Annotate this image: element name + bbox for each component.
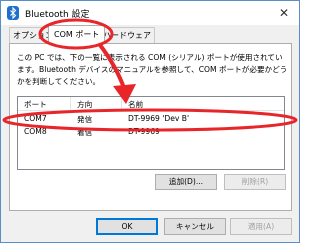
cancel-button[interactable]: キャンセル [164,218,226,235]
list-header: ポート 方向 名前 [18,97,284,111]
port-cell: COM8 [24,127,47,136]
port-cell: COM7 [24,114,47,123]
apply-button[interactable]: 適用(A) [230,218,292,235]
description-text: この PC では、下の一覧に表示される COM (シリアル) ポートが使用されて… [17,53,288,86]
tab-com-port[interactable]: COM ポート [48,25,106,44]
close-button[interactable]: ✕ [275,4,293,22]
name-cell: DT-9969 [128,127,160,136]
bluetooth-settings-window: Bluetooth 設定 ✕ オプション COM ポート ハードウェア この P… [0,0,300,243]
column-divider[interactable] [70,97,71,111]
list-item[interactable]: COM8 着信 DT-9969 [18,126,284,138]
name-cell: DT-9969 'Dev B' [128,114,190,123]
column-divider[interactable] [121,97,122,111]
window-title: Bluetooth 設定 [25,10,90,20]
com-port-list[interactable]: ポート 方向 名前 COM7 発信 DT-9969 'Dev B' COM8 着… [17,96,285,170]
title-bar: Bluetooth 設定 ✕ [1,1,299,25]
add-button[interactable]: 追加(D)... [155,174,217,190]
column-header-name[interactable]: 名前 [128,99,143,110]
column-header-direction[interactable]: 方向 [77,99,92,110]
remove-button[interactable]: 削除(R) [224,174,286,190]
direction-cell: 発信 [77,115,93,124]
bluetooth-icon [7,6,19,20]
ok-button[interactable]: OK [96,218,158,235]
list-item[interactable]: COM7 発信 DT-9969 'Dev B' [18,113,284,125]
tab-hardware[interactable]: ハードウェア [99,27,155,43]
column-header-port[interactable]: ポート [24,99,47,110]
com-port-panel: この PC では、下の一覧に表示される COM (シリアル) ポートが使用されて… [9,43,292,211]
direction-cell: 着信 [77,128,93,137]
